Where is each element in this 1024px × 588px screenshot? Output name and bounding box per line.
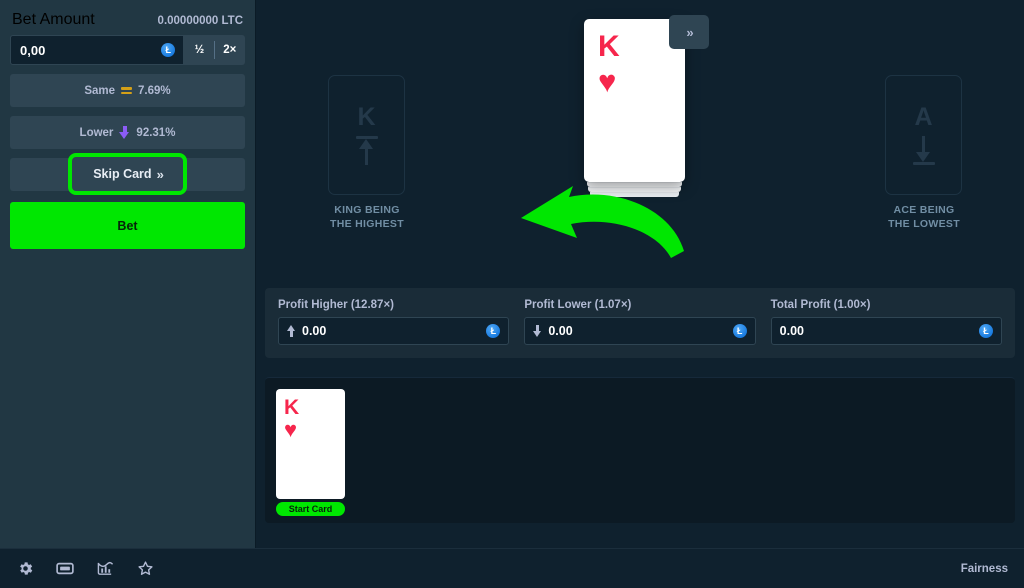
ghost-right-rank: A <box>914 103 933 132</box>
profit-panel: Profit Higher (12.87×) 0.00 Ł Profit Low… <box>265 288 1015 358</box>
profit-higher-label: Profit Higher (12.87×) <box>278 299 394 311</box>
arrow-down-icon <box>533 325 542 337</box>
same-label: Same <box>84 84 116 97</box>
ghost-right-caption: ACE BEING THE LOWEST <box>849 203 999 231</box>
bet-amount-input-wrap[interactable]: Ł <box>10 35 185 65</box>
ltc-coin-icon: Ł <box>978 324 993 338</box>
total-profit-label: Total Profit (1.00×) <box>770 299 871 311</box>
history-card-rank: K <box>284 396 300 419</box>
active-card-area: K ♥ » <box>584 15 709 201</box>
list-item[interactable]: K ♥ Start Card <box>276 389 345 516</box>
bet-double-button[interactable]: 2× <box>214 35 245 65</box>
ltc-coin-icon: Ł <box>486 324 501 338</box>
stats-icon[interactable] <box>96 560 114 578</box>
same-odds-row[interactable]: Same 7.69% <box>10 74 245 107</box>
total-profit-input[interactable]: 0.00 Ł <box>770 317 1002 345</box>
fairness-link[interactable]: Fairness <box>961 563 1008 575</box>
ltc-coin-icon: Ł <box>161 43 176 57</box>
lower-percent: 92.31% <box>136 126 176 139</box>
arrow-down-over-line-icon <box>912 136 935 165</box>
chevron-double-right-icon: » <box>156 166 164 182</box>
profit-lower-value: 0.00 <box>548 324 573 338</box>
ghost-left-rank: K <box>357 103 376 132</box>
deck-stack <box>587 182 682 197</box>
profit-lower-col: Profit Lower (1.07×) 0.00 Ł <box>524 299 756 345</box>
ghost-left-caption: KING BEING THE HIGHEST <box>292 203 442 231</box>
ghost-right-caption-line2: THE LOWEST <box>888 218 960 230</box>
body-split: Bet Amount 0.00000000 LTC Ł ½ 2× Same 7.… <box>0 0 1024 548</box>
skip-card-button[interactable]: Skip Card » <box>68 153 187 195</box>
ghost-right-caption-line1: ACE BEING <box>893 204 955 216</box>
lower-label: Lower <box>79 126 114 139</box>
bet-amount-input[interactable] <box>11 36 184 64</box>
equals-icon <box>121 87 133 94</box>
heart-suit-icon: ♥ <box>598 63 617 99</box>
star-icon[interactable] <box>136 560 154 578</box>
bet-button[interactable]: Bet <box>10 202 245 249</box>
bottom-toolbar: Fairness <box>0 548 1024 588</box>
ghost-left-caption-line2: THE HIGHEST <box>330 218 404 230</box>
total-profit-col: Total Profit (1.00×) 0.00 Ł <box>770 299 1002 345</box>
status-badge: Start Card <box>276 502 345 516</box>
ghost-left-caption-line1: KING BEING <box>334 204 400 216</box>
balance-value: 0.00000000 LTC <box>157 15 243 27</box>
game-stage: K KING BEING THE HIGHEST A ACE BEING THE… <box>256 0 1024 548</box>
bet-sidebar: Bet Amount 0.00000000 LTC Ł ½ 2× Same 7.… <box>0 0 256 548</box>
same-percent: 7.69% <box>138 84 171 97</box>
profit-lower-input[interactable]: 0.00 Ł <box>524 317 756 345</box>
ghost-card-king-highest: K <box>328 75 405 195</box>
chevron-double-right-icon: » <box>686 24 693 40</box>
arrow-up-icon <box>287 325 296 337</box>
total-profit-value: 0.00 <box>779 324 804 338</box>
profit-lower-label: Profit Lower (1.07×) <box>524 299 632 311</box>
card-history-panel: K ♥ Start Card <box>265 377 1015 523</box>
bottom-toolbar-icons <box>16 560 154 578</box>
ghost-card-ace-lowest: A <box>885 75 962 195</box>
bet-half-button[interactable]: ½ <box>184 35 216 65</box>
history-card: K ♥ <box>276 389 345 499</box>
display-icon[interactable] <box>56 560 74 578</box>
arrow-up-over-line-icon <box>355 136 378 165</box>
skip-card-area: Skip Card » <box>10 153 245 195</box>
skip-card-float-button[interactable]: » <box>669 15 709 49</box>
profit-higher-value: 0.00 <box>302 324 327 338</box>
skip-card-label: Skip Card <box>93 167 152 181</box>
heart-suit-icon: ♥ <box>284 417 298 442</box>
profit-higher-col: Profit Higher (12.87×) 0.00 Ł <box>278 299 510 345</box>
cards-area: K KING BEING THE HIGHEST A ACE BEING THE… <box>256 0 1024 300</box>
bet-amount-controls: Ł ½ 2× <box>10 35 245 65</box>
gear-icon[interactable] <box>16 560 34 578</box>
bet-amount-label: Bet Amount <box>12 11 95 28</box>
arrow-down-icon <box>119 126 130 139</box>
ltc-coin-icon: Ł <box>732 324 747 338</box>
app-root: Bet Amount 0.00000000 LTC Ł ½ 2× Same 7.… <box>0 0 1024 588</box>
lower-odds-row[interactable]: Lower 92.31% <box>10 116 245 149</box>
profit-higher-input[interactable]: 0.00 Ł <box>278 317 510 345</box>
bet-amount-header: Bet Amount 0.00000000 LTC <box>10 8 245 35</box>
